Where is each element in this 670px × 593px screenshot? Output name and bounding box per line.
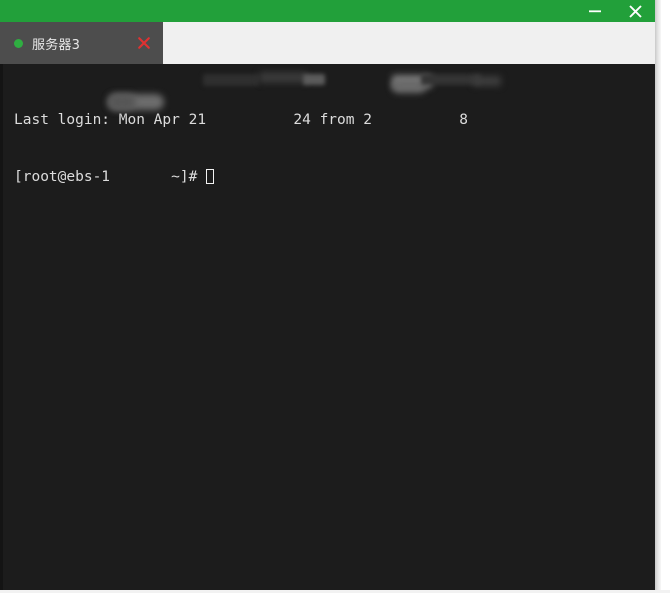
last-login-date-tail: 24 from 2 <box>293 112 372 128</box>
connected-dot-icon <box>14 38 23 48</box>
minimize-icon[interactable] <box>575 0 615 22</box>
prompt-prefix: [root@ebs-1 <box>14 169 111 185</box>
tab-title: 服务器3 <box>32 37 81 53</box>
last-login-prefix: Last login: Mon Apr 21 <box>14 112 207 128</box>
tab-server-3[interactable]: 服务器3 <box>0 22 163 64</box>
prompt-host-gap <box>110 169 162 185</box>
terminal-line-last-login: Last login: Mon Apr 21 24 from 2 8 <box>14 111 655 130</box>
terminal-output: Last login: Mon Apr 21 24 from 2 8 [root… <box>3 64 655 225</box>
terminal-line-prompt: [root@ebs-1 ~]# <box>14 168 655 187</box>
tab-strip: 服务器3 <box>0 22 655 64</box>
screen: 服务器3 Last login: Mon Apr 21 24 from 2 8 … <box>0 0 670 593</box>
terminal-cursor <box>206 169 215 184</box>
tab-close-icon[interactable] <box>135 34 153 52</box>
window-titlebar[interactable] <box>0 0 655 22</box>
window-edge-shadow <box>655 0 661 590</box>
window-controls <box>575 0 655 22</box>
close-icon[interactable] <box>615 0 655 22</box>
terminal-body[interactable]: Last login: Mon Apr 21 24 from 2 8 [root… <box>0 64 655 590</box>
last-login-suffix: 8 <box>459 112 468 128</box>
last-login-mid <box>206 112 293 128</box>
terminal-window: 服务器3 Last login: Mon Apr 21 24 from 2 8 … <box>0 0 655 590</box>
last-login-gap <box>372 112 459 128</box>
prompt-suffix: ~]# <box>162 169 207 185</box>
